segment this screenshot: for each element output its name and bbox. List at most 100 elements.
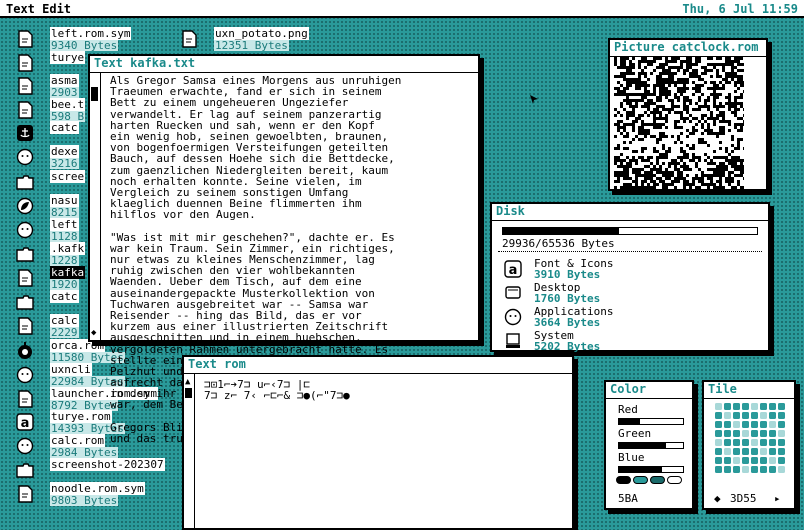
tile-pixel[interactable] [715,430,722,437]
tile-pixel[interactable] [715,448,722,455]
tile-pixel[interactable] [769,466,776,473]
scroll-thumb[interactable] [91,87,98,101]
tile-pixel[interactable] [751,412,758,419]
tile-pixel[interactable] [715,403,722,410]
scroll-down-icon[interactable]: ◆ [91,328,96,338]
color-window[interactable]: Color Red Green Blue 5BA [604,380,694,510]
tile-pixel[interactable] [724,466,731,473]
tile-pixel[interactable] [751,421,758,428]
desktop-icon-potato[interactable]: uxn_potato.png 12351 Bytes [180,27,340,51]
tile-pixel[interactable] [733,466,740,473]
tile-pixel[interactable] [742,439,749,446]
tile-pixel[interactable] [715,412,722,419]
tile-pixel[interactable] [724,412,731,419]
tile-pixel[interactable] [724,430,731,437]
tile-pixel[interactable] [778,430,785,437]
tile-pixel[interactable] [733,439,740,446]
desktop-icon[interactable]: screenshot-202307 [16,458,176,481]
app-name[interactable]: Text Edit [6,2,71,16]
tile-pixel[interactable] [760,412,767,419]
channel-slider[interactable] [618,442,684,449]
tile-pixel[interactable] [778,457,785,464]
tile-pixel[interactable] [742,466,749,473]
desktop-icon[interactable]: left.rom.sym 9340 Bytes [16,27,176,51]
tile-pixel[interactable] [724,403,731,410]
channel-slider[interactable] [618,466,684,473]
tile-pixel[interactable] [742,430,749,437]
tile-pixel[interactable] [751,448,758,455]
tile-pixel[interactable] [760,448,767,455]
tile-pixel[interactable] [724,439,731,446]
kafka-window[interactable]: Text kafka.txt ◆ Als Gregor Samsa eines … [88,54,480,444]
tile-pixel[interactable] [778,421,785,428]
tile-pixel[interactable] [760,457,767,464]
tile-pixel[interactable] [760,466,767,473]
tile-next-button[interactable]: ▸ [774,492,781,505]
tile-pixel[interactable] [778,412,785,419]
tile-pixel[interactable] [733,412,740,419]
color-swatch[interactable] [616,476,631,484]
tile-pixel[interactable] [760,421,767,428]
disk-item[interactable]: a Font & Icons 3910 Bytes [504,258,754,280]
scroll-thumb[interactable] [185,388,192,398]
tile-pixel[interactable] [778,448,785,455]
tile-pixel[interactable] [724,457,731,464]
tile-pixel[interactable] [715,421,722,428]
tile-pixel[interactable] [760,403,767,410]
picture-window[interactable]: Picture catclock.rom [608,38,768,191]
tile-prev-button[interactable]: ◆ [714,492,721,505]
disk-item[interactable]: Applications 3664 Bytes [504,306,754,328]
color-swatch[interactable] [650,476,665,484]
scroll-up-icon[interactable]: ▲ [185,377,190,387]
tile-pixel[interactable] [769,421,776,428]
window-title[interactable]: Tile [704,382,794,399]
tile-pixel[interactable] [751,403,758,410]
tile-pixel[interactable] [715,466,722,473]
tile-pixel[interactable] [778,403,785,410]
tile-pixel[interactable] [742,412,749,419]
tile-pixel[interactable] [751,457,758,464]
tile-pixel[interactable] [769,457,776,464]
window-title[interactable]: Text rom [184,357,572,374]
tile-pixel[interactable] [751,439,758,446]
tile-pixel[interactable] [760,439,767,446]
tile-pixel[interactable] [742,448,749,455]
tile-window[interactable]: Tile ◆ 3D55 ▸ [702,380,796,510]
disk-item[interactable]: System 5202 Bytes [504,330,754,352]
color-swatch[interactable] [667,476,682,484]
tile-pixel[interactable] [751,430,758,437]
tile-pixel[interactable] [769,430,776,437]
tile-pixel[interactable] [769,403,776,410]
tile-pixel[interactable] [733,448,740,455]
tile-pixel[interactable] [778,439,785,446]
tile-preview[interactable] [714,402,786,474]
color-channel[interactable]: Blue [618,451,684,473]
tile-pixel[interactable] [742,457,749,464]
color-channel[interactable]: Red [618,403,684,425]
scrollbar[interactable]: ▲ [184,374,195,528]
scrollbar[interactable]: ◆ [90,73,101,340]
channel-slider[interactable] [618,418,684,425]
tile-pixel[interactable] [733,421,740,428]
tile-pixel[interactable] [733,430,740,437]
tile-pixel[interactable] [760,430,767,437]
tile-pixel[interactable] [742,421,749,428]
tile-pixel[interactable] [778,466,785,473]
window-title[interactable]: Disk [492,204,768,221]
tile-pixel[interactable] [769,412,776,419]
tile-pixel[interactable] [733,403,740,410]
tile-pixel[interactable] [742,403,749,410]
disk-item[interactable]: Desktop 1760 Bytes [504,282,754,304]
color-channel[interactable]: Green [618,427,684,449]
disk-window[interactable]: Disk 29936/65536 Bytes a Font & Icons 3910… [490,202,770,352]
color-swatch[interactable] [633,476,648,484]
tile-pixel[interactable] [769,439,776,446]
rom-window[interactable]: Text rom ▲ ⊐⊡1⌐➔7⊐ u⌐‹7⊐ |⊏ 7⊐ z⌐ 7‹ ⌐⊏⌐&… [182,355,574,530]
tile-pixel[interactable] [733,457,740,464]
tile-pixel[interactable] [751,466,758,473]
desktop-icon[interactable]: noodle.rom.sym 9803 Bytes [16,482,176,506]
tile-pixel[interactable] [769,448,776,455]
tile-pixel[interactable] [715,439,722,446]
tile-pixel[interactable] [724,421,731,428]
window-title[interactable]: Picture catclock.rom [610,40,766,57]
